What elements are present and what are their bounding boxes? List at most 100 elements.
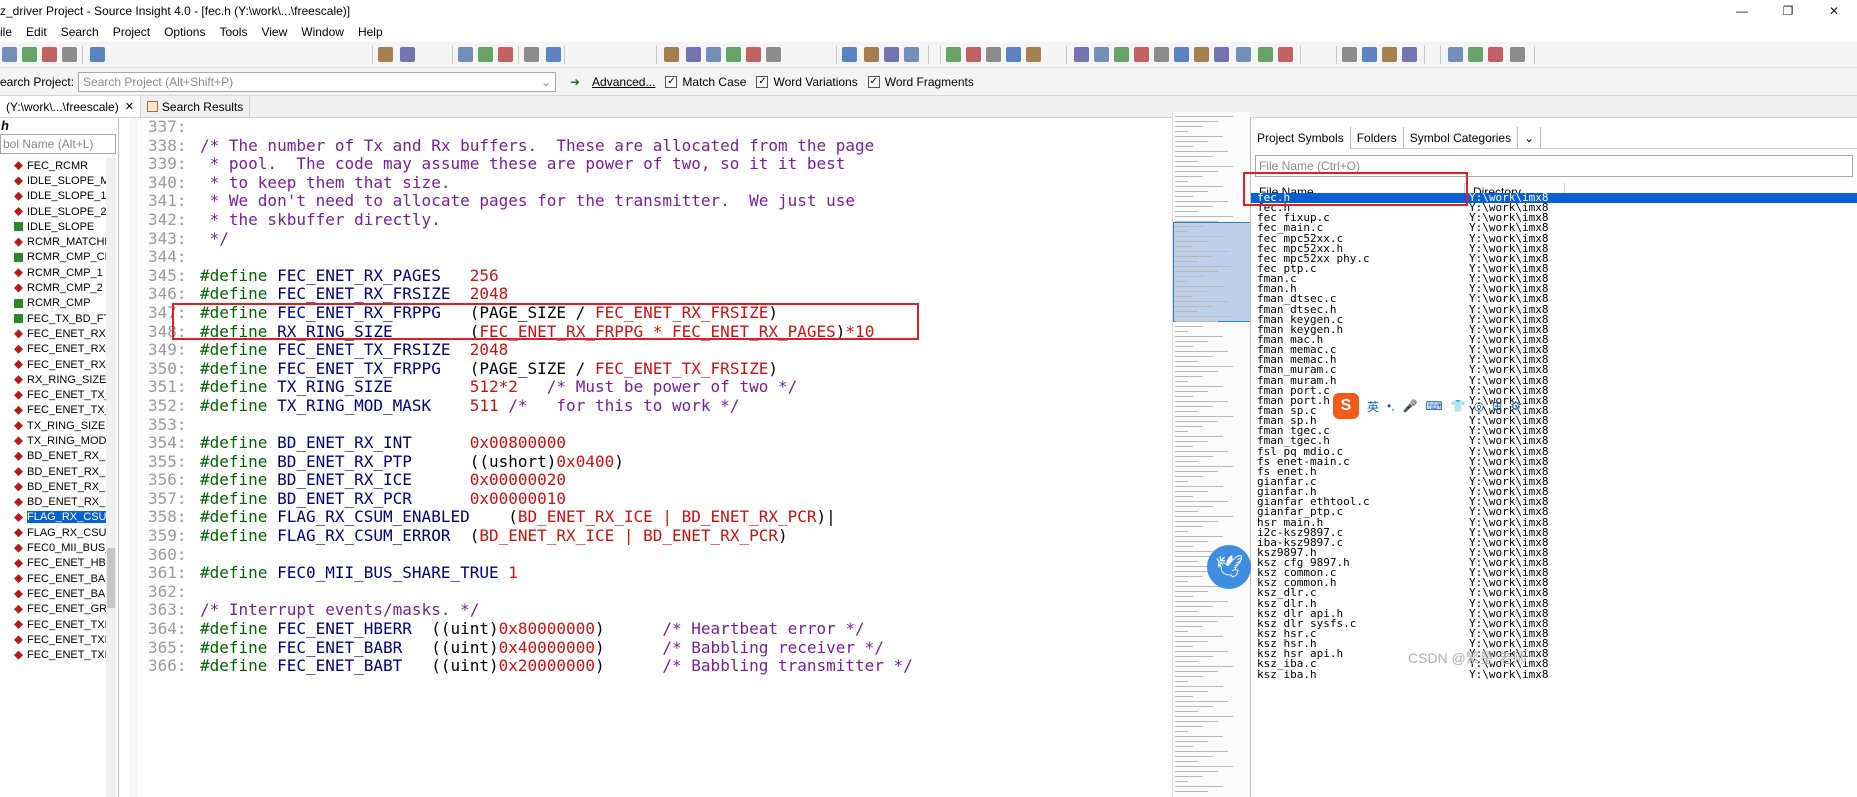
symbol-list-item[interactable]: FEC_TX_BD_FTY xyxy=(0,311,106,326)
menu-window[interactable]: Window xyxy=(294,25,351,39)
code-line[interactable]: 342: * the skbuffer directly. xyxy=(148,210,913,230)
toolbar-tool-icon[interactable] xyxy=(1114,47,1129,62)
toolbar-tool-icon[interactable] xyxy=(1094,47,1109,62)
toolbar-tool-icon[interactable] xyxy=(986,47,1001,62)
symbol-list-item[interactable]: IDLE_SLOPE_1 xyxy=(0,189,106,204)
toolbar-tool-icon[interactable] xyxy=(400,47,415,62)
menu-file[interactable]: ile xyxy=(0,25,19,39)
code-line[interactable]: 360: xyxy=(148,545,913,565)
symbol-list-item[interactable]: BD_ENET_RX_P xyxy=(0,464,106,479)
ime-tool-icon[interactable]: 👕 xyxy=(1451,399,1466,413)
file-list-row[interactable]: fec_mpc52xx.h Y:\work\imx8 xyxy=(1251,244,1857,254)
code-line[interactable]: 349: #define FEC_ENET_TX_FRSIZE 2048 xyxy=(148,340,913,360)
tab-fec-h[interactable]: (Y:\work\...\freescale) ✕ xyxy=(0,96,141,117)
symbol-list-item[interactable]: RCMR_CMP_1 xyxy=(0,265,106,280)
file-list-row[interactable]: fsl_pq_mdio.c Y:\work\imx8 xyxy=(1251,447,1857,457)
symbol-list-item[interactable]: FLAG_RX_CSUM xyxy=(0,525,106,540)
toolbar-tool-icon[interactable] xyxy=(904,47,919,62)
code-line[interactable]: 354: #define BD_ENET_RX_INT 0x00800000 xyxy=(148,433,913,453)
file-list-row[interactable]: ksz_hsr_api.h Y:\work\imx8 xyxy=(1251,649,1857,659)
ime-tool-icon[interactable]: ⌨ xyxy=(1426,399,1443,413)
file-list-row[interactable]: fman_tgec.h Y:\work\imx8 xyxy=(1251,436,1857,446)
code-line[interactable]: 362: xyxy=(148,582,913,602)
toolbar-tool-icon[interactable] xyxy=(1488,47,1503,62)
file-list-row[interactable]: fman.h Y:\work\imx8 xyxy=(1251,284,1857,294)
file-list-row[interactable]: gianfar_ethtool.c Y:\work\imx8 xyxy=(1251,497,1857,507)
toolbar-tool-icon[interactable] xyxy=(1154,47,1169,62)
tab-project-symbols[interactable]: Project Symbols xyxy=(1251,126,1351,149)
symbol-list-item[interactable]: FEC_ENET_TXB xyxy=(0,648,106,663)
symbol-list-item[interactable]: FEC_ENET_RX_F xyxy=(0,357,106,372)
symbol-list-item[interactable]: IDLE_SLOPE_MA xyxy=(0,173,106,188)
file-list-row[interactable]: fman.c Y:\work\imx8 xyxy=(1251,274,1857,284)
match-case-checkbox[interactable]: ✓ Match Case xyxy=(665,75,746,89)
code-editor[interactable]: 337: 338: /* The number of Tx and Rx buffe… xyxy=(130,118,1172,797)
file-list-row[interactable]: fman_memac.c Y:\work\imx8 xyxy=(1251,345,1857,355)
code-line[interactable]: 356: #define BD_ENET_RX_ICE 0x00000020 xyxy=(148,470,913,490)
toolbar-tool-icon[interactable] xyxy=(2,47,17,62)
toolbar-tool-icon[interactable] xyxy=(1402,47,1417,62)
toolbar-tool-icon[interactable] xyxy=(1026,47,1041,62)
file-list-row[interactable]: ksz9897.h Y:\work\imx8 xyxy=(1251,548,1857,558)
toolbar-tool-icon[interactable] xyxy=(478,47,493,62)
tab-folders[interactable]: Folders xyxy=(1351,126,1404,149)
toolbar-tool-icon[interactable] xyxy=(726,47,741,62)
ime-tool-icon[interactable]: ⊞ xyxy=(1492,399,1502,413)
toolbar-tool-icon[interactable] xyxy=(706,47,721,62)
symbol-list-item[interactable]: IDLE_SLOPE_2 xyxy=(0,204,106,219)
menu-edit[interactable]: Edit xyxy=(19,25,54,39)
code-line[interactable]: 350: #define FEC_ENET_TX_FRPPG (PAGE_SIZE… xyxy=(148,359,913,379)
toolbar-tool-icon[interactable] xyxy=(766,47,781,62)
file-list-row[interactable]: hsr_main.h Y:\work\imx8 xyxy=(1251,518,1857,528)
file-list-row[interactable]: fs_enet.h Y:\work\imx8 xyxy=(1251,467,1857,477)
code-line[interactable]: 339: * pool. The code may assume these a… xyxy=(148,154,913,174)
symbol-list-item[interactable]: FEC_ENET_BAB xyxy=(0,571,106,586)
toolbar-tool-icon[interactable] xyxy=(546,47,561,62)
toolbar-tool-icon[interactable] xyxy=(1382,47,1397,62)
code-line[interactable]: 341: * We don't need to allocate pages f… xyxy=(148,192,913,211)
symbol-list-item[interactable]: BD_ENET_RX_IC xyxy=(0,479,106,494)
toolbar-tool-icon[interactable] xyxy=(1006,47,1021,62)
file-list-row[interactable]: fman_dtsec.c Y:\work\imx8 xyxy=(1251,294,1857,304)
toolbar-tool-icon[interactable] xyxy=(1258,47,1273,62)
code-overview-minimap[interactable] xyxy=(1172,112,1251,797)
toolbar-tool-icon[interactable] xyxy=(1074,47,1089,62)
file-list-row[interactable]: fman_memac.h Y:\work\imx8 xyxy=(1251,355,1857,365)
code-line[interactable]: 344: xyxy=(148,248,913,267)
symbol-name-input[interactable]: bol Name (Alt+L) xyxy=(0,134,116,154)
code-line[interactable]: 352: #define TX_RING_MOD_MASK 511 /* for … xyxy=(148,396,913,416)
toolbar-tool-icon[interactable] xyxy=(1510,47,1525,62)
file-list-row[interactable]: fec_mpc52xx_phy.c Y:\work\imx8 xyxy=(1251,254,1857,264)
code-line[interactable]: 359: #define FLAG_RX_CSUM_ERROR (BD_ENET_… xyxy=(148,526,913,546)
file-list-row[interactable]: gianfar.c Y:\work\imx8 xyxy=(1251,477,1857,487)
chevron-down-icon[interactable]: ⌄ xyxy=(541,75,551,89)
close-tab-icon[interactable]: ✕ xyxy=(125,100,134,113)
toolbar-tool-icon[interactable] xyxy=(378,47,393,62)
word-variations-checkbox[interactable]: ✓ Word Variations xyxy=(756,75,858,89)
symbol-list-item[interactable]: RCMR_CMP_CF xyxy=(0,250,106,265)
close-button[interactable]: ✕ xyxy=(1811,0,1857,22)
code-line[interactable]: 343: */ xyxy=(148,229,913,249)
toolbar-tool-icon[interactable] xyxy=(458,47,473,62)
panel-grip[interactable] xyxy=(1251,118,1857,124)
search-project-input[interactable]: Search Project (Alt+Shift+P) ⌄ xyxy=(78,71,557,92)
toolbar-tool-icon[interactable] xyxy=(746,47,761,62)
ime-tool-icon[interactable]: 🎤 xyxy=(1403,399,1418,413)
menu-project[interactable]: Project xyxy=(106,25,157,39)
toolbar-tool-icon[interactable] xyxy=(946,47,961,62)
symbol-list-item[interactable]: IDLE_SLOPE xyxy=(0,219,106,234)
toolbar-tool-icon[interactable] xyxy=(62,47,77,62)
toolbar-tool-icon[interactable] xyxy=(1278,47,1293,62)
ime-tool-icon[interactable]: ⚙ xyxy=(1510,399,1521,413)
word-fragments-checkbox[interactable]: ✓ Word Fragments xyxy=(867,75,974,89)
ime-tool-icon[interactable]: ◎ xyxy=(1474,399,1484,413)
file-list-row[interactable]: fec_ptp.c Y:\work\imx8 xyxy=(1251,264,1857,274)
bird-floating-icon[interactable]: 🕊 xyxy=(1207,545,1251,589)
toolbar-tool-icon[interactable] xyxy=(966,47,981,62)
toolbar-tool-icon[interactable] xyxy=(1362,47,1377,62)
symbol-list-item[interactable]: TX_RING_SIZE xyxy=(0,418,106,433)
file-list-row[interactable]: fman_mac.h Y:\work\imx8 xyxy=(1251,335,1857,345)
file-list-row[interactable]: fman_muram.h Y:\work\imx8 xyxy=(1251,376,1857,386)
code-line[interactable]: 358: #define FLAG_RX_CSUM_ENABLED (BD_ENE… xyxy=(148,508,913,527)
toolbar-tool-icon[interactable] xyxy=(22,47,37,62)
